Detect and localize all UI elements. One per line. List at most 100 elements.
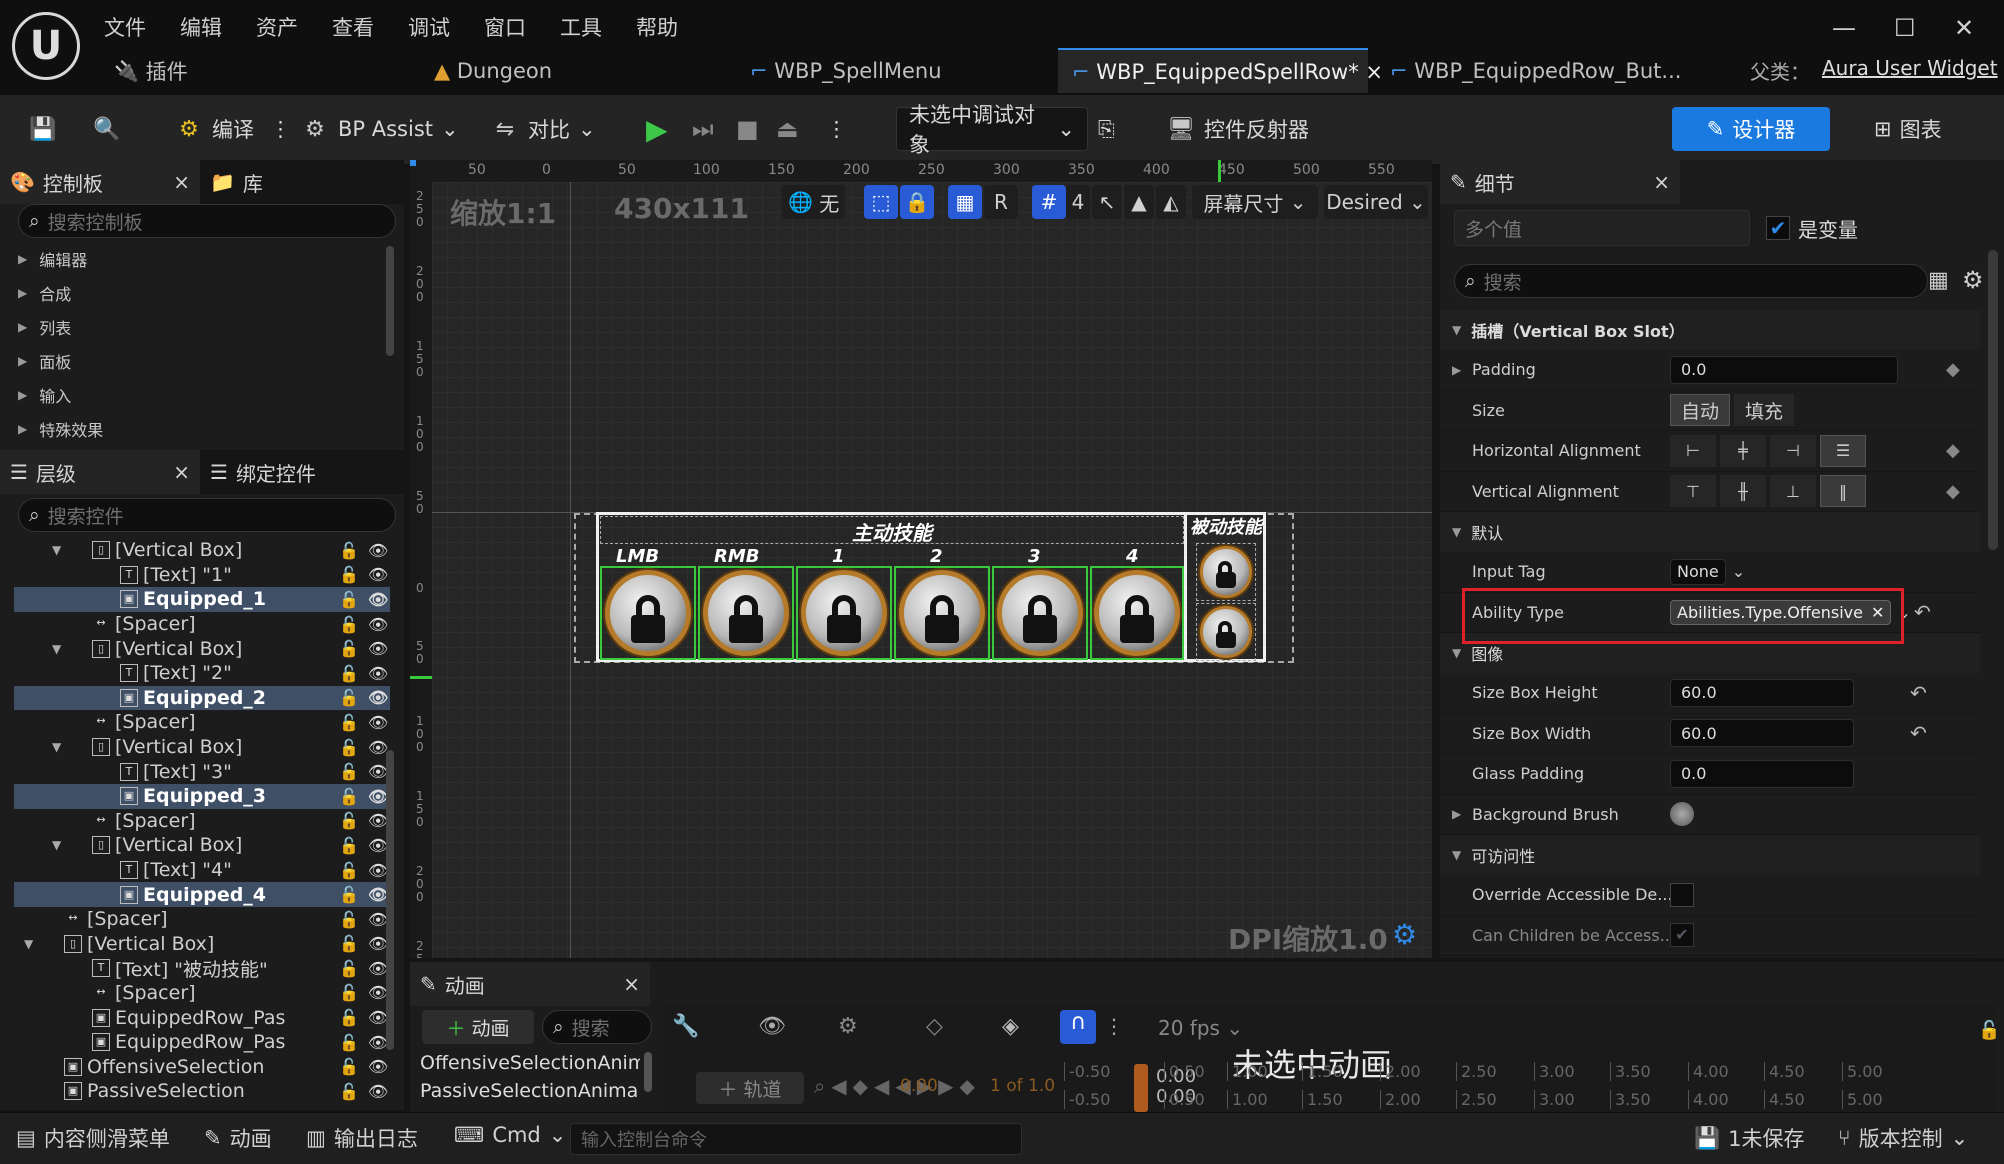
more-options-icon[interactable]: ⋮ bbox=[1104, 1014, 1124, 1038]
passive-skills-title[interactable]: 被动技能 bbox=[1188, 513, 1264, 541]
caret-down-icon[interactable]: ▼ bbox=[52, 838, 61, 852]
caret-down-icon[interactable]: ▼ bbox=[52, 642, 61, 656]
close-window-icon[interactable]: ✕ bbox=[1954, 14, 1974, 42]
add-animation-button[interactable]: ＋动画 bbox=[422, 1010, 534, 1044]
align-top-icon[interactable]: ⊤ bbox=[1670, 475, 1716, 508]
eye-icon[interactable]: 👁 bbox=[368, 713, 388, 732]
hierarchy-row[interactable]: ▣ Equipped_4 🔓 👁 bbox=[14, 882, 390, 907]
playback-controls[interactable]: ⌕◀◆◀◀▶▶◆ bbox=[814, 1074, 981, 1098]
hierarchy-row[interactable]: ▣ OffensiveSelection 🔓 👁 bbox=[14, 1054, 390, 1079]
lock-icon[interactable]: 🔓 bbox=[339, 762, 359, 781]
lock-icon[interactable]: 🔓 bbox=[339, 590, 359, 609]
details-search-input[interactable]: ⌕ 搜索 bbox=[1454, 264, 1928, 298]
align-right-icon[interactable]: ⊣ bbox=[1770, 434, 1816, 467]
equipped-slot-1[interactable] bbox=[796, 566, 892, 660]
play-icon[interactable]: ▶ bbox=[646, 107, 668, 151]
tab-palette[interactable]: 🎨 控制板 × bbox=[0, 160, 200, 204]
hierarchy-row[interactable]: T [Text] "被动技能" 🔓 👁 bbox=[14, 956, 390, 981]
eye-icon[interactable]: 👁 bbox=[368, 1082, 388, 1101]
step-icon[interactable]: ⏭ bbox=[692, 107, 714, 151]
palette-category[interactable]: ▶ 合成 bbox=[0, 276, 390, 310]
hierarchy-search-input[interactable]: ⌕ 搜索控件 bbox=[18, 498, 396, 532]
tab-spellmenu[interactable]: ⌐ WBP_SpellMenu bbox=[736, 48, 956, 93]
eject-icon[interactable]: ⏏ bbox=[776, 107, 799, 151]
snap-magnet-icon[interactable]: ∩ bbox=[1060, 1010, 1096, 1044]
diamond-icon[interactable]: ◇ bbox=[926, 1014, 943, 1039]
triangle-icon[interactable]: ◭ bbox=[1156, 185, 1186, 219]
palette-category[interactable]: ▶ 列表 bbox=[0, 310, 390, 344]
tab-details[interactable]: ✎ 细节 × bbox=[1440, 160, 1680, 204]
lock-icon[interactable]: 🔓 bbox=[339, 836, 359, 855]
lock-icon[interactable]: 🔓 bbox=[339, 565, 359, 584]
lock-icon[interactable]: 🔓 bbox=[339, 738, 359, 757]
stop-icon[interactable]: ■ bbox=[736, 107, 759, 151]
maximize-icon[interactable]: ☐ bbox=[1894, 14, 1916, 42]
save-icon[interactable]: 💾 bbox=[28, 107, 58, 151]
source-control-button[interactable]: ⑂ 版本控制 ⌄ bbox=[1838, 1123, 1968, 1153]
gear-icon[interactable]: ⚙ bbox=[838, 1014, 858, 1039]
hierarchy-row[interactable]: ▼ ▯ [Vertical Box] 🔓 👁 bbox=[14, 735, 390, 760]
fps-dropdown[interactable]: 20 fps ⌄ bbox=[1158, 1016, 1243, 1040]
gear-icon[interactable]: ⚙ bbox=[1392, 918, 1417, 951]
debug-select-icon[interactable]: ⎘ bbox=[1098, 107, 1115, 151]
hierarchy-row[interactable]: T [Text] "4" 🔓 👁 bbox=[14, 858, 390, 883]
eye-icon[interactable]: 👁 bbox=[758, 1014, 786, 1039]
output-log-button[interactable]: ▥ 输出日志 bbox=[306, 1123, 418, 1153]
menu-view[interactable]: 查看 bbox=[324, 8, 382, 46]
tab-plugin[interactable]: 🔌 插件 bbox=[100, 48, 202, 93]
hierarchy-row[interactable]: ↔ [Spacer] 🔓 👁 bbox=[14, 809, 390, 834]
designer-button[interactable]: ✎ 设计器 bbox=[1672, 107, 1830, 151]
eye-icon[interactable]: 👁 bbox=[368, 565, 388, 584]
menu-asset[interactable]: 资产 bbox=[248, 8, 306, 46]
section-slot[interactable]: ▼ 插槽（Vertical Box Slot） bbox=[1440, 310, 1980, 350]
close-icon[interactable]: × bbox=[173, 460, 190, 484]
slot-label[interactable]: 3 bbox=[1028, 546, 1041, 567]
lock-icon[interactable]: 🔓 bbox=[1978, 1020, 2000, 1041]
layout-icon[interactable]: ▦ bbox=[948, 185, 982, 219]
eye-icon[interactable]: 👁 bbox=[368, 688, 388, 707]
pointer-icon[interactable]: ↖ bbox=[1092, 185, 1122, 219]
lock-icon[interactable]: 🔓 bbox=[339, 811, 359, 830]
lock-icon[interactable]: 🔓 bbox=[339, 959, 359, 978]
hierarchy-row[interactable]: ▼ ▯ [Vertical Box] 🔓 👁 bbox=[14, 932, 390, 957]
align-left-icon[interactable]: ⊢ bbox=[1670, 434, 1716, 467]
hierarchy-row[interactable]: ▣ Equipped_1 🔓 👁 bbox=[14, 587, 390, 612]
hierarchy-row[interactable]: ▼ ▯ [Vertical Box] 🔓 👁 bbox=[14, 538, 390, 563]
pin-icon[interactable]: ◆ bbox=[1946, 359, 1960, 380]
details-scrollbar[interactable] bbox=[1988, 250, 1998, 550]
grid-size-value[interactable]: 4 bbox=[1066, 185, 1090, 219]
tab-dungeon[interactable]: ▲ Dungeon bbox=[420, 48, 566, 93]
align-fill-icon[interactable]: ☰ bbox=[1820, 434, 1866, 467]
eye-icon[interactable]: 👁 bbox=[368, 541, 388, 560]
lock-icon[interactable]: 🔓 bbox=[339, 934, 359, 953]
slot-label[interactable]: 1 bbox=[832, 546, 845, 567]
tab-bind-widgets[interactable]: ☰ 绑定控件 bbox=[200, 450, 326, 494]
section-default[interactable]: ▼ 默认 bbox=[1440, 512, 1980, 552]
menu-file[interactable]: 文件 bbox=[96, 8, 154, 46]
equipped-slot-4[interactable] bbox=[1090, 566, 1184, 660]
chevron-down-icon[interactable]: ⌄ bbox=[1732, 562, 1745, 581]
passive-slot-2[interactable] bbox=[1196, 603, 1256, 661]
override-accessible-checkbox[interactable] bbox=[1670, 882, 1694, 907]
browse-icon[interactable]: 🔍 bbox=[92, 107, 122, 151]
equipped-slot-2[interactable] bbox=[894, 566, 990, 660]
cmd-dropdown[interactable]: ⌨ Cmd ⌄ bbox=[454, 1123, 566, 1147]
section-accessibility[interactable]: ▼ 可访问性 bbox=[1440, 835, 1980, 875]
designer-viewport[interactable]: 50 0 50 100 150 200 250 300 350 400 450 500 550 2 5 … bbox=[410, 160, 1432, 958]
passive-slot-1[interactable] bbox=[1196, 543, 1256, 601]
more-options-icon[interactable]: ⋮ bbox=[270, 107, 291, 151]
lock-icon[interactable]: 🔓 bbox=[339, 1082, 359, 1101]
align-fill-vertical-icon[interactable]: ‖ bbox=[1820, 475, 1866, 508]
compile-button[interactable]: ⚙ 编译 bbox=[174, 107, 254, 151]
lock-icon[interactable]: 🔓 bbox=[339, 1057, 359, 1076]
input-tag-value[interactable]: None bbox=[1670, 558, 1726, 585]
pin-icon[interactable]: ◆ bbox=[1946, 440, 1960, 461]
slot-label[interactable]: 2 bbox=[930, 546, 943, 567]
size-box-height-field[interactable]: 60.0 bbox=[1670, 678, 1854, 707]
animation-drawer-button[interactable]: ✎ 动画 bbox=[204, 1123, 272, 1153]
unsaved-button[interactable]: 💾 1未保存 bbox=[1694, 1123, 1805, 1153]
image-icon[interactable]: ▲ bbox=[1124, 185, 1154, 219]
animation-item[interactable]: OffensiveSelectionAnim bbox=[420, 1052, 640, 1074]
close-icon[interactable]: × bbox=[623, 972, 640, 996]
parent-class-link[interactable]: Aura User Widget bbox=[1822, 56, 1998, 80]
